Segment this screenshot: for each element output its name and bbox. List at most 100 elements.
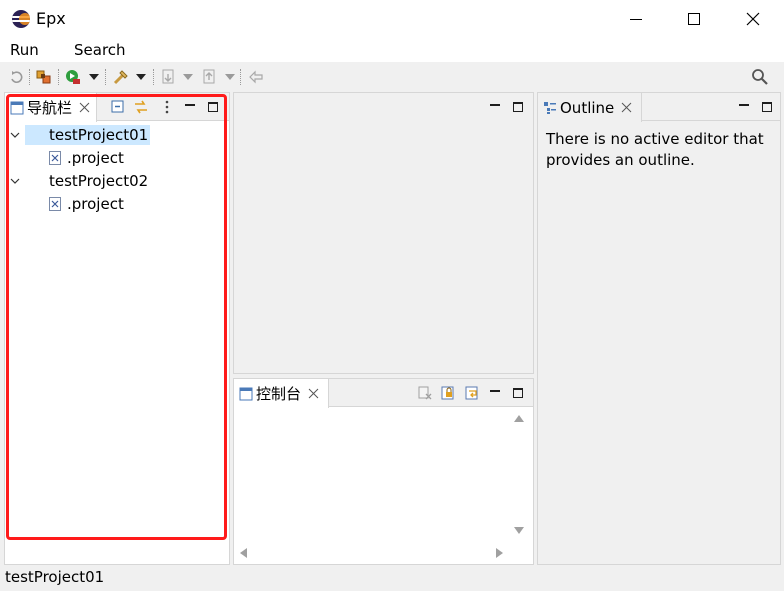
word-wrap-button[interactable] (465, 386, 479, 400)
scroll-lock-button[interactable] (441, 386, 455, 400)
minimize-view-button[interactable] (183, 100, 197, 114)
word-wrap-icon (465, 386, 478, 400)
chevron-down-icon[interactable] (10, 176, 20, 186)
toolbar-separator (153, 69, 154, 85)
tree-item-label: .project (67, 149, 124, 167)
previous-dropdown-icon[interactable] (225, 74, 235, 80)
close-button[interactable] (724, 0, 782, 38)
chevron-down-icon[interactable] (10, 130, 20, 140)
close-icon (746, 12, 760, 26)
tab-outline-label: Outline (560, 98, 615, 117)
minimize-view-button[interactable] (488, 100, 502, 114)
tab-outline[interactable]: Outline (538, 93, 642, 122)
close-icon[interactable] (308, 388, 319, 399)
maximize-button[interactable] (665, 0, 723, 38)
tree-item-file[interactable]: .project (49, 193, 128, 215)
build-button[interactable] (35, 68, 53, 86)
minimize-icon (490, 103, 500, 106)
build-icon (36, 70, 51, 84)
scroll-right-icon[interactable] (496, 548, 503, 558)
collapse-all-icon (111, 100, 124, 113)
back-icon (249, 70, 263, 84)
run-icon (66, 70, 80, 84)
maximize-icon (688, 13, 700, 25)
horizontal-scrollbar[interactable] (234, 543, 509, 561)
menu-run[interactable]: Run (10, 41, 39, 59)
toolbar-separator (240, 69, 241, 85)
view-menu-button[interactable] (160, 100, 174, 114)
tree-item-project[interactable]: testProject01 (5, 124, 151, 146)
minimize-view-button[interactable] (488, 386, 502, 400)
maximize-icon (762, 102, 772, 112)
tab-console-label: 控制台 (256, 385, 302, 403)
console-header: 控制台 (234, 379, 533, 408)
scroll-up-icon[interactable] (514, 415, 524, 422)
collapse-all-button[interactable] (111, 100, 125, 114)
xml-file-icon (49, 151, 61, 165)
scroll-down-icon[interactable] (514, 527, 524, 534)
minimize-icon (490, 389, 500, 392)
close-icon[interactable] (79, 102, 90, 113)
maximize-view-button[interactable] (511, 386, 525, 400)
tree-item-label: .project (67, 195, 124, 213)
maximize-icon (208, 102, 218, 112)
tree-item-file[interactable]: .project (49, 147, 128, 169)
view-icon (239, 387, 253, 400)
minimize-button[interactable] (607, 0, 665, 38)
next-annotation-button[interactable] (160, 68, 178, 86)
search-button[interactable] (751, 68, 769, 86)
previous-annotation-button[interactable] (201, 68, 219, 86)
minimize-icon (739, 103, 749, 106)
eclipse-logo-icon (12, 10, 30, 28)
outline-panel: Outline There is no active editor that p… (537, 92, 781, 565)
tab-navigator[interactable]: 导航栏 (5, 93, 97, 122)
outline-empty-message: There is no active editor that provides … (546, 130, 764, 169)
xml-file-icon (49, 197, 61, 211)
toolbar-separator (58, 69, 59, 85)
tab-navigator-label: 导航栏 (27, 99, 73, 117)
external-tools-dropdown-icon[interactable] (136, 74, 146, 80)
console-panel: 控制台 (233, 378, 534, 565)
maximize-view-button[interactable] (760, 100, 774, 114)
tree-item-label: testProject02 (49, 172, 149, 190)
tab-console[interactable]: 控制台 (234, 379, 329, 408)
clear-console-button[interactable] (418, 386, 432, 400)
tree-item-label: testProject01 (25, 125, 151, 145)
maximize-view-button[interactable] (511, 100, 525, 114)
minimize-icon (185, 103, 195, 106)
maximize-icon (513, 388, 523, 398)
maximize-icon (513, 102, 523, 112)
view-menu-icon (165, 100, 169, 114)
close-icon[interactable] (621, 102, 632, 113)
scroll-lock-icon (441, 386, 454, 400)
menu-search[interactable]: Search (74, 41, 126, 59)
minimize-view-button[interactable] (737, 100, 751, 114)
refresh-button[interactable] (8, 68, 26, 86)
window-title: Epx (36, 9, 66, 28)
scroll-left-icon[interactable] (240, 548, 247, 558)
link-with-editor-icon (135, 100, 147, 114)
run-button[interactable] (64, 68, 82, 86)
title-bar: Epx (0, 0, 784, 38)
link-with-editor-button[interactable] (134, 100, 148, 114)
external-tools-button[interactable] (112, 68, 130, 86)
menu-bar: Run Search (0, 38, 784, 62)
navigator-header: 导航栏 (5, 93, 229, 122)
status-text: testProject01 (5, 568, 105, 586)
tree-item-project[interactable]: testProject02 (5, 170, 152, 192)
main-toolbar (0, 62, 784, 92)
back-button[interactable] (247, 68, 265, 86)
maximize-view-button[interactable] (206, 100, 220, 114)
vertical-scrollbar[interactable] (509, 409, 529, 545)
run-dropdown-icon[interactable] (89, 74, 99, 80)
outline-icon (544, 101, 556, 114)
outline-header: Outline (538, 93, 780, 122)
next-dropdown-icon[interactable] (183, 74, 193, 80)
clear-console-icon (418, 386, 432, 400)
toolbar-separator (29, 69, 30, 85)
search-icon (752, 69, 768, 85)
editor-area (233, 92, 534, 374)
minimize-icon (630, 18, 642, 20)
refresh-icon (11, 71, 23, 83)
next-annotation-icon (162, 69, 174, 84)
